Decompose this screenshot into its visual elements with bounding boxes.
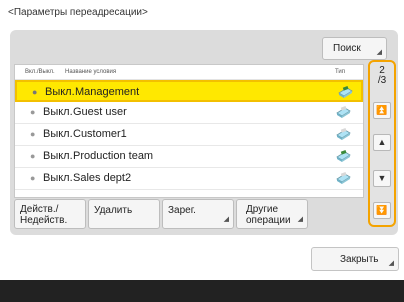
other-operations-button[interactable]: Другие операции ◢ [236,199,308,229]
condition-list: Вкл./Выкл. Название условия Тип ● Выкл. … [14,64,364,198]
status-dot-icon: ● [32,87,38,97]
scroll-up-icon[interactable]: ▲ [373,134,391,151]
list-item-customer1[interactable]: ● Выкл. Customer1 [15,124,363,146]
row-name: Sales dept2 [73,172,132,184]
page-indicator: 2 /3 [370,66,394,86]
row-status: Выкл. [43,106,73,118]
list-item-guest-user[interactable]: ● Выкл. Guest user [15,102,363,124]
status-dot-icon: ● [30,129,36,139]
fax-type-icon [336,106,351,118]
status-dot-icon: ● [30,151,36,161]
corner-arrow-icon: ◢ [376,49,382,56]
scroll-bottom-icon[interactable]: ⏬ [373,202,391,219]
header-status: Вкл./Выкл. [25,69,55,75]
list-item-sales-dept2[interactable]: ● Выкл. Sales dept2 [15,168,363,190]
register-label: Зарег. [168,205,196,216]
scroll-down-icon[interactable]: ▼ [373,170,391,187]
other-label-line2: операции [246,215,291,226]
row-status: Выкл. [43,128,73,140]
row-name: Guest user [73,106,127,118]
search-label: Поиск [333,43,361,54]
delete-label: Удалить [94,205,133,216]
row-name: Management [75,86,140,98]
list-item-production-team[interactable]: ● Выкл. Production team [15,146,363,168]
row-status: Выкл. [43,172,73,184]
fax-type-icon [336,150,351,162]
close-label: Закрыть [340,254,379,265]
scroll-top-icon[interactable]: ⏫ [373,102,391,119]
fax-type-icon [336,172,351,184]
close-button[interactable]: Закрыть ◢ [311,247,399,271]
search-button[interactable]: Поиск ◢ [322,37,387,60]
page-total: /3 [377,75,387,86]
list-header: Вкл./Выкл. Название условия Тип [15,65,363,80]
fax-type-icon [338,86,353,98]
status-dot-icon: ● [30,107,36,117]
other-label-line1: Другие [246,204,279,215]
toggle-label-line2: Недейств. [20,215,68,226]
toggle-label-line1: Действ./ [20,204,59,215]
row-status: Выкл. [43,150,73,162]
corner-arrow-icon: ◢ [297,216,303,223]
fax-type-icon [336,128,351,140]
toggle-active-button[interactable]: Действ./ Недейств. [14,199,86,229]
row-status: Выкл. [45,86,75,98]
scroll-controls: 2 /3 ⏫ ▲ ▼ ⏬ [368,60,396,227]
status-dot-icon: ● [30,173,36,183]
row-name: Customer1 [73,128,127,140]
page-title: <Параметры переадресации> [8,7,148,18]
row-name: Production team [73,150,154,162]
footer-bar [0,280,404,302]
header-type: Тип [335,69,346,75]
list-item-management[interactable]: ● Выкл. Management [15,80,363,102]
delete-button[interactable]: Удалить [88,199,160,229]
header-name: Название условия [65,69,117,75]
corner-arrow-icon: ◢ [223,216,229,223]
register-button[interactable]: Зарег. ◢ [162,199,234,229]
corner-arrow-icon: ◢ [388,260,394,267]
